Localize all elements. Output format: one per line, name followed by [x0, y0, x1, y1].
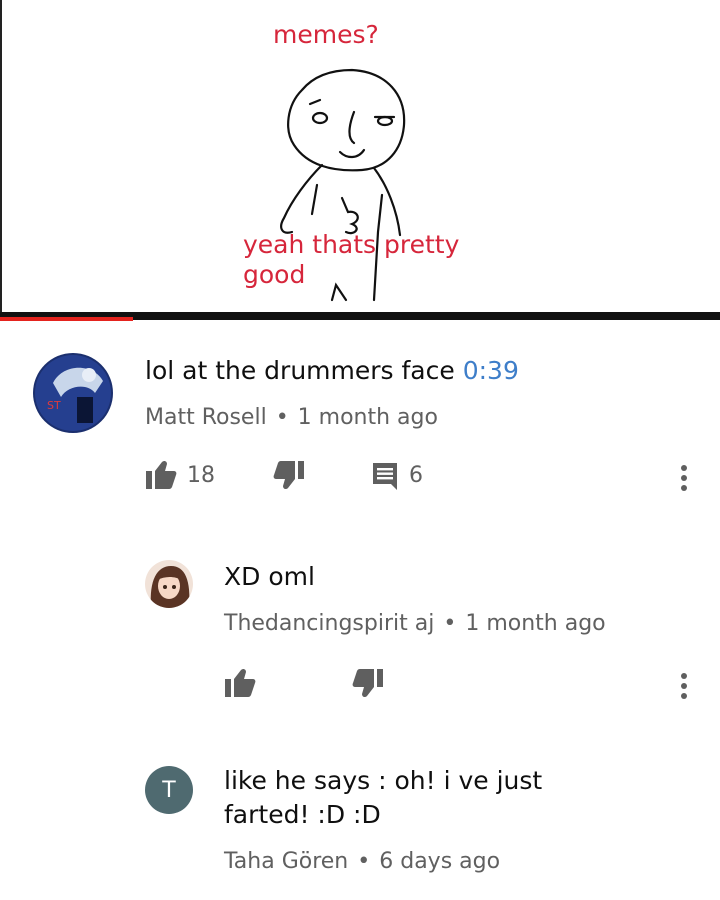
more-vert-icon[interactable]: [680, 464, 688, 492]
meme-caption-line-1: yeah thats pretty: [243, 230, 460, 259]
timestamp-link[interactable]: 0:39: [463, 356, 519, 385]
thumb-up-icon: [146, 460, 177, 489]
comment-text-line: farted! :D :D: [224, 800, 381, 829]
avatar-image: ST: [33, 353, 113, 433]
thumb-down-icon: [352, 669, 383, 698]
avatar[interactable]: ST: [33, 353, 113, 433]
like-button[interactable]: 18: [145, 460, 215, 490]
dislike-button[interactable]: [273, 460, 305, 490]
author-name[interactable]: Thedancingspirit aj: [224, 611, 434, 636]
comment-age: 6 days ago: [379, 849, 501, 874]
comment-meta: Taha Gören • 6 days ago: [224, 849, 500, 874]
thumb-up-icon: [225, 668, 256, 697]
comment-icon: [373, 463, 397, 490]
comment-text: XD oml: [224, 562, 315, 591]
comment-text-content: lol at the drummers face: [145, 356, 463, 385]
meta-separator: •: [443, 611, 457, 636]
comment-actions: [224, 668, 704, 708]
comment-age: 1 month ago: [297, 405, 438, 430]
author-name[interactable]: Matt Rosell: [145, 405, 267, 430]
avatar[interactable]: [145, 560, 193, 608]
comment-text: like he says : oh! i ve just farted! :D …: [224, 764, 542, 832]
video-progress-fill: [0, 317, 134, 321]
comment-age: 1 month ago: [465, 611, 606, 636]
avatar[interactable]: T: [145, 766, 193, 814]
meme-caption-top: memes?: [273, 20, 379, 49]
author-name[interactable]: Taha Gören: [224, 849, 348, 874]
comment-actions: 18 6: [145, 460, 705, 500]
avatar-image: [145, 560, 193, 608]
video-player[interactable]: memes? yeah thats pretty good: [0, 0, 720, 312]
reply-button[interactable]: 6: [371, 460, 423, 490]
like-button[interactable]: [224, 668, 256, 698]
dislike-button[interactable]: [352, 668, 384, 698]
meta-separator: •: [275, 405, 289, 430]
meme-caption-bottom: yeah thats pretty good: [243, 230, 459, 290]
reply-count: 6: [409, 462, 423, 488]
comment-text: lol at the drummers face 0:39: [145, 354, 519, 388]
comment-meta: Matt Rosell • 1 month ago: [145, 405, 438, 430]
meta-separator: •: [357, 849, 371, 874]
more-vert-icon[interactable]: [680, 672, 688, 700]
comment-text-line: like he says : oh! i ve just: [224, 766, 543, 795]
thumb-down-icon: [273, 461, 304, 490]
meme-caption-line-2: good: [243, 260, 306, 289]
video-progress-bar[interactable]: [0, 312, 720, 321]
like-count: 18: [187, 462, 215, 488]
svg-text:ST: ST: [47, 399, 61, 412]
avatar-letter: T: [162, 777, 176, 803]
comment-meta: Thedancingspirit aj • 1 month ago: [224, 611, 606, 636]
